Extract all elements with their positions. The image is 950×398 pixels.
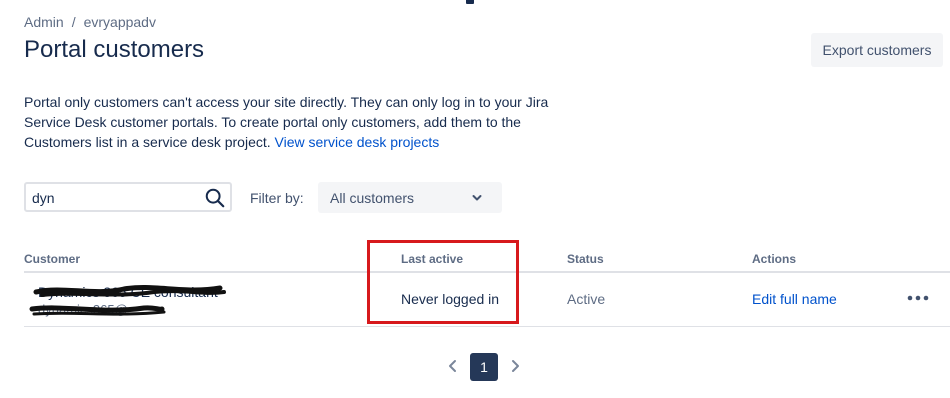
annotation-highlight-box [367, 240, 519, 324]
redaction-scribble [29, 285, 226, 316]
breadcrumb-separator: / [71, 14, 76, 30]
search-icon[interactable] [204, 187, 226, 209]
top-edge-fragment [466, 0, 474, 4]
breadcrumb: Admin / evryappadv [24, 14, 156, 30]
more-actions-icon[interactable] [906, 290, 930, 306]
breadcrumb-admin[interactable]: Admin [24, 14, 64, 30]
breadcrumb-site[interactable]: evryappadv [84, 14, 156, 30]
pagination-current-page[interactable]: 1 [470, 353, 498, 381]
page-title: Portal customers [24, 36, 205, 63]
table-row-divider [24, 326, 950, 327]
filter-selected-value: All customers [330, 190, 415, 206]
column-header-status[interactable]: Status [567, 252, 604, 266]
chevron-down-icon [472, 195, 482, 201]
chevron-right-icon[interactable] [508, 356, 524, 376]
page-description: Portal only customers can't access your … [24, 92, 564, 152]
edit-full-name-link[interactable]: Edit full name [752, 291, 837, 307]
chevron-left-icon[interactable] [444, 356, 460, 376]
status-value: Active [567, 291, 606, 307]
column-header-actions: Actions [752, 252, 797, 266]
export-customers-button[interactable]: Export customers [811, 33, 943, 67]
view-service-desk-projects-link[interactable]: View service desk projects [275, 134, 440, 150]
filter-label: Filter by: [250, 190, 304, 206]
search-field[interactable] [24, 182, 232, 212]
customer-filter-select[interactable]: All customers [318, 182, 502, 213]
column-header-customer[interactable]: Customer [24, 252, 80, 266]
search-input[interactable] [32, 188, 192, 208]
